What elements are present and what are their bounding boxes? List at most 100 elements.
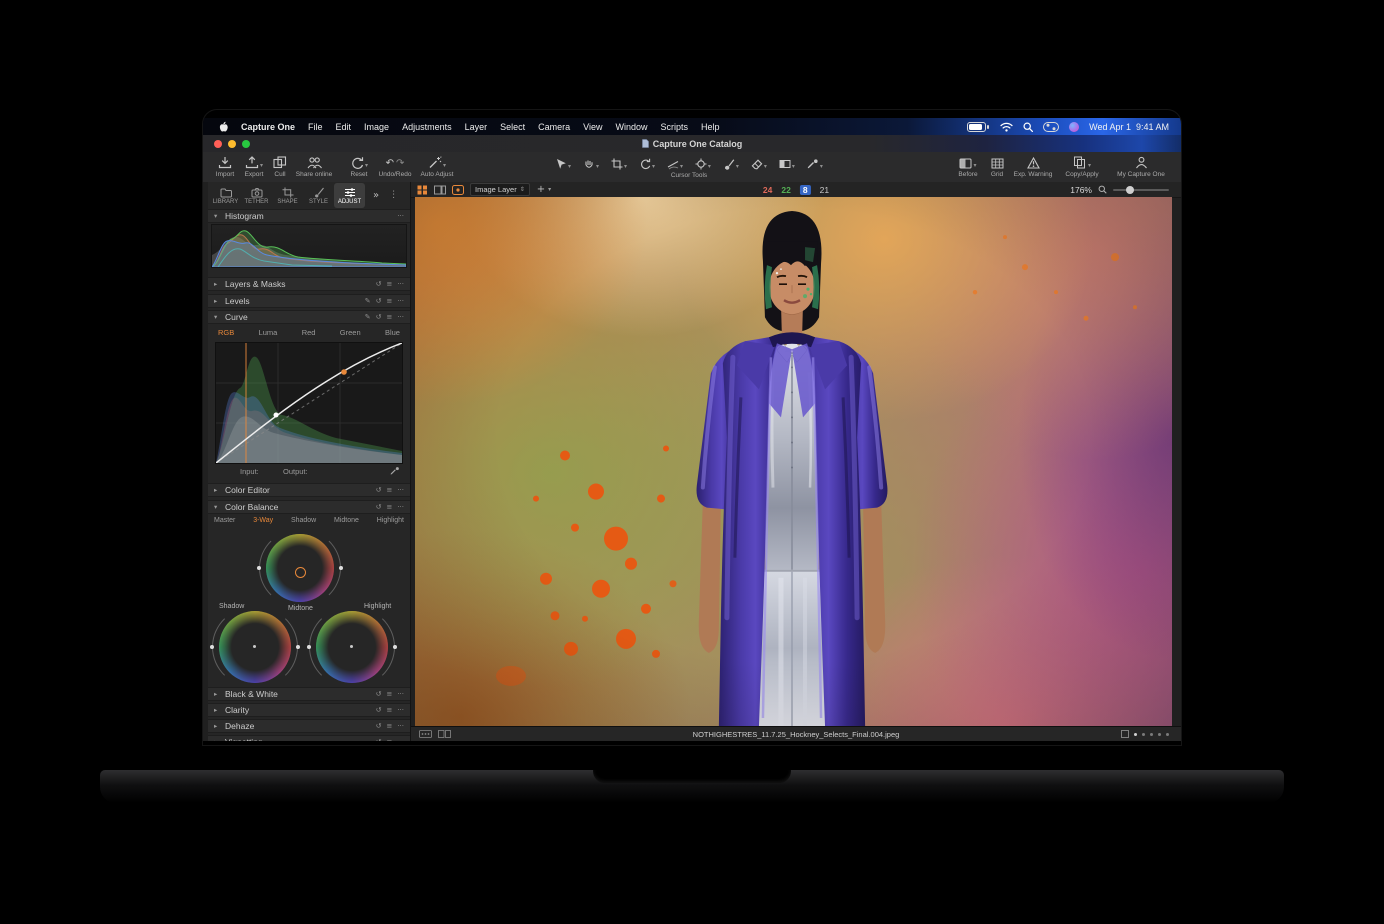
panel-menu-icon[interactable]: ··· <box>397 213 404 220</box>
highlight-color-wheel[interactable] <box>316 611 388 683</box>
copy-settings-icon[interactable]: ↺ <box>376 487 382 494</box>
wheel-marker[interactable] <box>350 645 353 648</box>
presets-icon[interactable]: ≡ <box>386 504 392 511</box>
tab-style[interactable]: STYLE <box>303 183 334 208</box>
arc-handle[interactable] <box>339 566 343 570</box>
viewer-grid-icon[interactable] <box>417 185 428 195</box>
undo-redo-button[interactable]: ↶↷ Undo/Redo <box>377 155 413 178</box>
cb-tab-highlight[interactable]: Highlight <box>377 517 404 524</box>
arc-handle[interactable] <box>393 645 397 649</box>
tab-shape[interactable]: SHAPE <box>272 183 303 208</box>
panel-menu-icon[interactable]: ··· <box>397 504 404 511</box>
curve-picker-icon[interactable] <box>390 466 400 476</box>
expand-tabs-icon[interactable]: » <box>373 191 379 201</box>
shadow-color-wheel[interactable] <box>219 611 291 683</box>
arc-handle[interactable] <box>296 645 300 649</box>
count-green-tag[interactable]: 22 <box>781 185 790 195</box>
curve-tab-green[interactable]: Green <box>340 328 361 337</box>
tab-adjust[interactable]: ADJUST <box>334 183 365 208</box>
panel-header-vignetting[interactable]: ▸ Vignetting ↺ ≡ ··· <box>208 735 410 741</box>
curve-tab-blue[interactable]: Blue <box>385 328 400 337</box>
close-button[interactable] <box>214 140 222 148</box>
copy-settings-icon[interactable]: ↺ <box>376 314 382 321</box>
pan-tool[interactable]: ▾ <box>583 156 599 170</box>
count-red-tag[interactable]: 24 <box>763 185 772 195</box>
copy-settings-icon[interactable]: ↺ <box>376 298 382 305</box>
menu-item-camera[interactable]: Camera <box>538 122 570 132</box>
before-button[interactable]: ▾ Before <box>953 155 983 178</box>
straighten-tool[interactable]: ▾ <box>667 156 683 170</box>
tab-tether[interactable]: TETHER <box>241 183 272 208</box>
zoom-slider[interactable] <box>1113 189 1169 191</box>
panel-menu-icon[interactable]: ··· <box>397 723 404 730</box>
copy-settings-icon[interactable]: ↺ <box>376 504 382 511</box>
panel-menu-icon[interactable]: ··· <box>397 314 404 321</box>
fullscreen-icon[interactable] <box>1121 730 1129 738</box>
import-button[interactable]: Import <box>211 155 239 178</box>
tab-overflow-icon[interactable]: ⋮ <box>389 191 398 200</box>
layer-select[interactable]: Image Layer ⇕ <box>470 183 530 196</box>
my-capture-one-button[interactable]: My Capture One <box>1109 155 1173 178</box>
curve-tab-rgb[interactable]: RGB <box>218 328 234 337</box>
zoom-level[interactable]: 176% <box>1070 185 1092 195</box>
browser-toggle-icon[interactable] <box>419 730 432 738</box>
panel-header-dehaze[interactable]: ▸ Dehaze ↺ ≡ ··· <box>208 719 410 733</box>
chevron-down-icon[interactable]: ▾ <box>548 187 551 193</box>
menu-item-window[interactable]: Window <box>616 122 648 132</box>
reset-button[interactable]: ▾ Reset <box>345 155 373 178</box>
panel-menu-icon[interactable]: ··· <box>397 281 404 288</box>
control-center-icon[interactable] <box>1043 122 1059 132</box>
curve-graph[interactable] <box>215 342 403 464</box>
tab-library[interactable]: LIBRARY <box>210 183 241 208</box>
presets-icon[interactable]: ≡ <box>386 723 392 730</box>
menu-app-name[interactable]: Capture One <box>241 122 295 132</box>
midtone-color-wheel[interactable] <box>266 534 334 602</box>
panel-menu-icon[interactable]: ··· <box>397 691 404 698</box>
search-icon[interactable] <box>1023 122 1033 132</box>
panel-header-layers-masks[interactable]: ▸ Layers & Masks ↺ ≡ ··· <box>208 277 410 291</box>
copy-settings-icon[interactable]: ↺ <box>376 739 382 742</box>
zoom-button[interactable] <box>242 140 250 148</box>
presets-icon[interactable]: ≡ <box>386 314 392 321</box>
menu-item-edit[interactable]: Edit <box>336 122 352 132</box>
pager-dot[interactable] <box>1150 733 1153 736</box>
cull-button[interactable]: Cull <box>269 155 291 178</box>
arc-handle[interactable] <box>307 645 311 649</box>
panel-header-black-white[interactable]: ▸ Black & White ↺ ≡ ··· <box>208 687 410 701</box>
panel-menu-icon[interactable]: ··· <box>397 707 404 714</box>
cb-tab-shadow[interactable]: Shadow <box>291 517 316 524</box>
panel-menu-icon[interactable]: ··· <box>397 487 404 494</box>
export-button[interactable]: ▾ Export <box>239 155 269 178</box>
presets-icon[interactable]: ≡ <box>386 707 392 714</box>
cb-tab-master[interactable]: Master <box>214 517 235 524</box>
eyedropper-tool[interactable]: ▾ <box>807 156 823 170</box>
panel-header-levels[interactable]: ▸ Levels ✎ ↺ ≡ ··· <box>208 294 410 308</box>
cb-tab-3way[interactable]: 3-Way <box>253 517 273 524</box>
share-online-button[interactable]: Share online <box>291 155 337 178</box>
menu-item-select[interactable]: Select <box>500 122 525 132</box>
count-untagged[interactable]: 21 <box>820 185 829 195</box>
add-layer-icon[interactable]: + <box>537 185 545 195</box>
menu-clock[interactable]: Wed Apr 1 9:41 AM <box>1089 122 1169 132</box>
panel-menu-icon[interactable]: ··· <box>397 739 404 742</box>
menu-item-view[interactable]: View <box>583 122 602 132</box>
auto-adjust-button[interactable]: ▾ Auto Adjust <box>417 155 457 178</box>
panel-header-clarity[interactable]: ▸ Clarity ↺ ≡ ··· <box>208 703 410 717</box>
siri-icon[interactable] <box>1069 122 1079 132</box>
zoom-slider-thumb[interactable] <box>1126 186 1134 194</box>
menu-item-file[interactable]: File <box>308 122 323 132</box>
panel-header-color-editor[interactable]: ▸ Color Editor ↺ ≡ ··· <box>208 483 410 497</box>
presets-icon[interactable]: ≡ <box>386 739 392 742</box>
presets-icon[interactable]: ≡ <box>386 298 392 305</box>
wifi-icon[interactable] <box>1000 122 1013 132</box>
menu-item-adjustments[interactable]: Adjustments <box>402 122 452 132</box>
pager-dot[interactable] <box>1142 733 1145 736</box>
erase-mask-tool[interactable]: ▾ <box>751 156 767 170</box>
viewer-proof-icon[interactable] <box>452 185 464 195</box>
menu-item-help[interactable]: Help <box>701 122 720 132</box>
presets-icon[interactable]: ≡ <box>386 487 392 494</box>
minimize-button[interactable] <box>228 140 236 148</box>
photo-canvas[interactable] <box>415 197 1172 727</box>
count-blue-tag[interactable]: 8 <box>800 185 811 195</box>
panel-header-curve[interactable]: ▾ Curve ✎ ↺ ≡ ··· <box>208 310 410 324</box>
